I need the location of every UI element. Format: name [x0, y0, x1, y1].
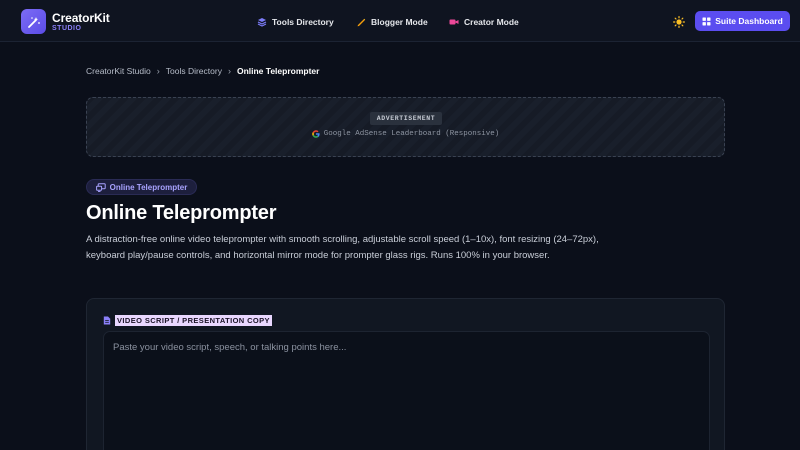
- nav-label: Creator Mode: [464, 16, 519, 27]
- ad-label: ADVERTISEMENT: [370, 112, 442, 125]
- script-placeholder: Paste your video script, speech, or talk…: [113, 342, 347, 353]
- document-icon: [103, 316, 111, 325]
- logo-icon[interactable]: [21, 9, 46, 34]
- nav-blogger-mode[interactable]: Blogger Mode: [356, 15, 428, 28]
- nav-label: Tools Directory: [272, 16, 334, 27]
- script-label: VIDEO SCRIPT / PRESENTATION COPY: [115, 315, 272, 326]
- script-label-row: VIDEO SCRIPT / PRESENTATION COPY: [103, 315, 272, 326]
- page-title: Online Teleprompter: [86, 202, 277, 224]
- suite-dashboard-button[interactable]: Suite Dashboard: [695, 11, 790, 31]
- brand-name[interactable]: CreatorKit: [52, 11, 110, 25]
- breadcrumb-item-home[interactable]: CreatorKit Studio: [86, 66, 151, 76]
- sun-icon[interactable]: [673, 15, 685, 33]
- tool-category-badge: Online Teleprompter: [86, 179, 197, 195]
- top-navbar: CreatorKit STUDIO Tools Directory Blogge…: [0, 0, 800, 42]
- script-textarea[interactable]: Paste your video script, speech, or talk…: [103, 331, 710, 450]
- google-icon: [311, 130, 320, 138]
- suite-dashboard-label: Suite Dashboard: [715, 16, 783, 26]
- ad-text-row: Google AdSense Leaderboard (Responsive): [87, 129, 724, 139]
- ad-description: Google AdSense Leaderboard (Responsive): [323, 130, 500, 138]
- breadcrumb-item-tools[interactable]: Tools Directory: [166, 66, 222, 76]
- script-card: VIDEO SCRIPT / PRESENTATION COPY Paste y…: [86, 298, 725, 450]
- grid-icon: [702, 17, 711, 25]
- nav-creator-mode[interactable]: Creator Mode: [449, 15, 519, 28]
- tool-badge-label: Online Teleprompter: [109, 182, 188, 192]
- chevron-right-icon: ›: [156, 65, 160, 76]
- pencil-icon: [357, 18, 366, 26]
- brand-subtitle: STUDIO: [52, 25, 82, 32]
- page-description: A distraction-free online video teleprom…: [86, 234, 599, 261]
- breadcrumb-current: Online Teleprompter: [236, 65, 320, 76]
- ad-slot[interactable]: ADVERTISEMENT Google AdSense Leaderboard…: [86, 97, 725, 157]
- chevron-right-icon: ›: [227, 65, 231, 76]
- nav-tools-directory[interactable]: Tools Directory: [257, 15, 334, 28]
- breadcrumb: CreatorKit Studio › Tools Directory › On…: [86, 65, 319, 76]
- layers-icon: [257, 17, 267, 27]
- video-icon: [449, 19, 459, 24]
- teleprompter-icon: [95, 182, 106, 192]
- nav-label: Blogger Mode: [371, 16, 428, 27]
